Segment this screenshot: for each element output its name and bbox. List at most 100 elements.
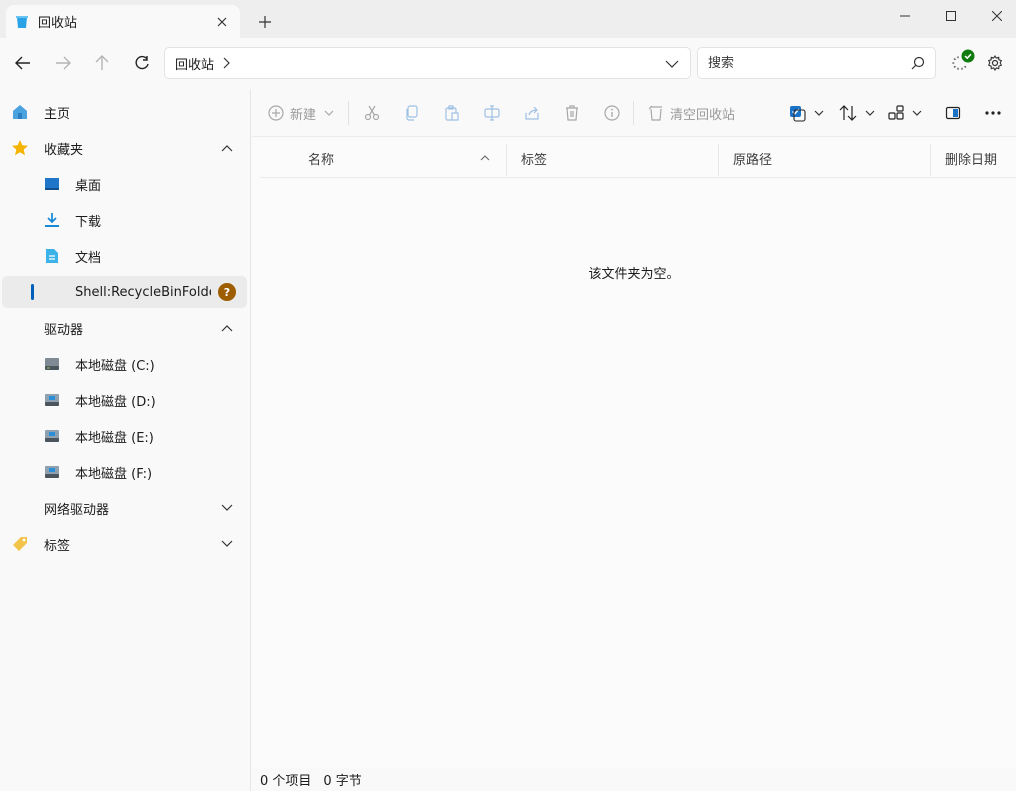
close-window-button[interactable]: [974, 0, 1016, 32]
empty-bin-icon: [648, 105, 662, 121]
column-divider[interactable]: [718, 144, 719, 176]
rename-button[interactable]: [482, 99, 502, 127]
close-tab-icon[interactable]: [208, 8, 236, 36]
breadcrumb-recycle-bin[interactable]: 回收站: [175, 54, 214, 73]
chevron-down-icon: [865, 110, 875, 116]
sidebar-item-label: 下载: [75, 214, 102, 230]
forward-button[interactable]: [48, 48, 78, 78]
paste-button[interactable]: [442, 99, 462, 127]
sort-button[interactable]: [839, 99, 875, 127]
settings-button[interactable]: [980, 48, 1010, 78]
sidebar-item-drive-d[interactable]: 本地磁盘 (D:): [0, 384, 247, 416]
sidebar-item-recycle-bin[interactable]: Shell:RecycleBinFolder ?: [2, 276, 247, 308]
sort-icon: [839, 105, 857, 121]
sidebar-item-drive-c[interactable]: 本地磁盘 (C:): [0, 348, 247, 380]
sidebar-item-drive-f[interactable]: 本地磁盘 (F:): [0, 456, 247, 488]
sidebar-section-tags[interactable]: 标签: [0, 528, 247, 560]
chevron-down-icon: [324, 110, 334, 116]
column-header-label: 原路径: [733, 152, 773, 168]
minimize-button[interactable]: [882, 0, 928, 32]
delete-button[interactable]: [562, 99, 582, 127]
scissors-icon: [364, 105, 380, 121]
chevron-down-icon: [665, 60, 679, 68]
sidebar-item-home[interactable]: 主页: [0, 96, 247, 128]
copy-button[interactable]: [402, 99, 422, 127]
search-input[interactable]: [698, 48, 888, 78]
refresh-button[interactable]: [127, 48, 157, 78]
sidebar-item-downloads[interactable]: 下载: [0, 204, 247, 236]
column-divider[interactable]: [930, 144, 931, 176]
info-icon: [604, 105, 620, 121]
item-count: 0 个项目: [260, 774, 312, 789]
drive-icon: [43, 463, 61, 481]
empty-folder-message: 该文件夹为空。: [588, 267, 680, 282]
address-history-dropdown[interactable]: [662, 54, 682, 74]
chevron-down-icon: [912, 110, 922, 116]
column-header-label: 名称: [308, 152, 335, 168]
column-divider[interactable]: [506, 144, 507, 176]
desktop-icon: [43, 175, 61, 193]
sidebar-item-documents[interactable]: 文档: [0, 240, 247, 272]
back-button[interactable]: [8, 48, 38, 78]
chevron-down-icon[interactable]: [218, 535, 236, 553]
share-icon: [525, 106, 539, 120]
new-tab-button[interactable]: [252, 9, 278, 35]
search-icon[interactable]: [911, 56, 925, 74]
chevron-up-icon[interactable]: [218, 139, 236, 157]
sidebar-section-favorites[interactable]: 收藏夹: [0, 132, 247, 164]
rename-icon: [484, 105, 500, 121]
chevron-up-icon[interactable]: [218, 319, 236, 337]
sidebar-item-label: 文档: [75, 250, 102, 266]
sidebar-item-label: 主页: [44, 106, 71, 122]
paste-icon: [445, 105, 459, 121]
chevron-down-icon[interactable]: [218, 499, 236, 517]
sidebar-item-label: 本地磁盘 (E:): [75, 430, 154, 446]
tab-title: 回收站: [38, 16, 78, 31]
column-header-tags[interactable]: 标签: [521, 138, 711, 178]
selection-mode-button[interactable]: [788, 99, 824, 127]
add-circle-icon: [268, 105, 284, 121]
navigation-bar: 回收站: [0, 38, 1016, 88]
sidebar-item-drive-e[interactable]: 本地磁盘 (E:): [0, 420, 247, 452]
star-icon: [11, 139, 29, 157]
header-divider: [260, 177, 1016, 178]
sidebar-section-label: 收藏夹: [44, 142, 84, 158]
divider: [348, 101, 349, 125]
address-bar[interactable]: 回收站: [164, 47, 691, 79]
sidebar-item-desktop[interactable]: 桌面: [0, 168, 247, 200]
more-options-button[interactable]: [982, 99, 1004, 127]
up-button[interactable]: [87, 48, 117, 78]
empty-recycle-bin-button[interactable]: 清空回收站: [648, 99, 735, 127]
refresh-icon: [135, 55, 149, 70]
drive-icon: [43, 355, 61, 373]
preview-pane-icon: [945, 106, 961, 120]
cut-button[interactable]: [362, 99, 382, 127]
column-header-label: 删除日期: [945, 152, 998, 168]
chevron-right-icon[interactable]: [222, 57, 230, 69]
new-button[interactable]: 新建: [268, 99, 334, 127]
maximize-button[interactable]: [928, 0, 974, 32]
sidebar-item-label: 桌面: [75, 178, 102, 194]
drive-icon: [43, 427, 61, 445]
arrow-left-icon: [15, 56, 30, 70]
sidebar-item-label: 本地磁盘 (D:): [75, 394, 156, 410]
share-button[interactable]: [522, 99, 542, 127]
search-box[interactable]: [697, 47, 936, 79]
tab-recycle-bin[interactable]: 回收站: [6, 5, 240, 38]
file-list: 名称 标签 原路径 删除日期 该文件夹为空。: [252, 138, 1016, 768]
column-header-original-path[interactable]: 原路径: [733, 138, 923, 178]
operation-status-button[interactable]: [946, 48, 976, 78]
column-header-label: 标签: [521, 152, 548, 168]
column-header-date-deleted[interactable]: 删除日期: [945, 138, 1015, 178]
sidebar-item-label: Shell:RecycleBinFolder: [75, 284, 211, 300]
layout-button[interactable]: [888, 99, 922, 127]
sidebar-section-drives[interactable]: 驱动器: [0, 312, 247, 344]
column-header-name[interactable]: 名称: [308, 138, 494, 178]
properties-button[interactable]: [602, 99, 622, 127]
divider: [633, 101, 634, 125]
recycle-bin-icon: [16, 15, 28, 29]
preview-pane-button[interactable]: [942, 99, 964, 127]
tag-icon: [11, 535, 29, 553]
selection-indicator: [31, 284, 34, 300]
sidebar-section-network-drives[interactable]: 网络驱动器: [0, 492, 247, 524]
